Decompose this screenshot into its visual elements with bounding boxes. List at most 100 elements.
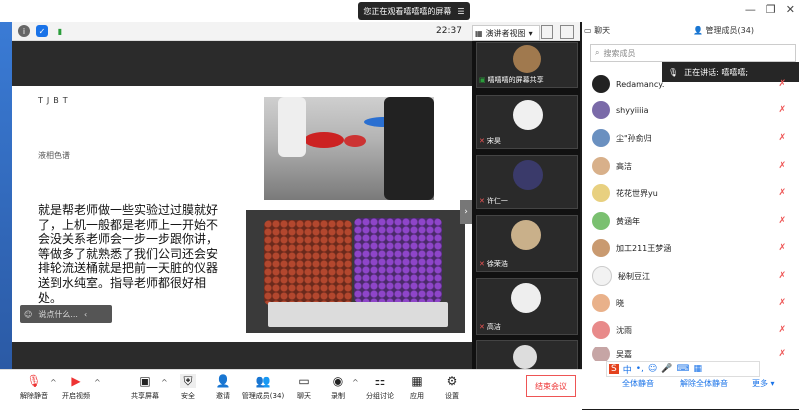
collapse-thumbnails-arrow[interactable]: ›: [460, 200, 472, 224]
ime-keyboard-icon[interactable]: ⌨: [677, 364, 690, 374]
member-row[interactable]: 吴嘉 ✗: [592, 347, 792, 361]
mic-muted-icon[interactable]: ✗: [778, 216, 786, 226]
more-button[interactable]: 更多 ▾: [752, 378, 775, 389]
info-icon[interactable]: i: [18, 25, 30, 37]
share-options-chevron-icon[interactable]: ^: [161, 378, 168, 387]
minimize-icon[interactable]: —: [745, 3, 756, 16]
settings-button[interactable]: ⚙ 设置: [432, 374, 472, 401]
viewing-banner-text: 您正在观看嘻嘻嘻的屏幕: [363, 6, 452, 16]
mic-muted-icon[interactable]: ✗: [778, 243, 786, 253]
avatar: [511, 283, 541, 313]
ime-toolbar[interactable]: S 中 •, ☺ 🎤 ⌨ ▦: [606, 361, 760, 377]
member-search-input[interactable]: ⌕ 搜索成员: [590, 44, 796, 62]
ime-emoji-icon[interactable]: ☺: [648, 364, 657, 374]
mic-muted-icon[interactable]: ✗: [778, 325, 786, 335]
record-options-chevron-icon[interactable]: ^: [352, 378, 359, 387]
mic-muted-icon: ✕: [479, 197, 485, 205]
list-icon[interactable]: ☰: [457, 7, 464, 16]
record-icon: ◉: [332, 374, 344, 388]
chat-icon: ▭: [584, 26, 592, 35]
thumbnail-participant[interactable]: ✕ 许仁一: [476, 155, 578, 209]
share-screen-button[interactable]: ▣ 共享屏幕: [125, 374, 165, 401]
gear-icon: ⚙: [446, 374, 458, 388]
chat-quick-input[interactable]: ☺ 说点什么... ‹: [20, 305, 112, 323]
thumbnail-screen-share[interactable]: ▣ 嘻嘻嘻的屏幕共享: [476, 42, 578, 88]
chevron-down-icon: ▾: [528, 28, 533, 38]
member-row[interactable]: Redamancy. ✗: [592, 74, 792, 94]
mic-muted-icon: 🎙: [26, 374, 42, 388]
signal-icon[interactable]: ▮: [54, 25, 66, 37]
avatar: [592, 129, 610, 147]
tab-chat[interactable]: ▭ 聊天: [584, 25, 610, 36]
slide-body-text: 就是帮老师做一些实验过过膜就好了，上机一般都是老师上一开始不会没关系老师会一步一…: [38, 203, 219, 305]
avatar: [592, 266, 612, 286]
users-icon: 👥: [255, 374, 271, 388]
avatar: [592, 184, 610, 202]
member-row[interactable]: 花花世界yu ✗: [592, 183, 792, 203]
share-screen-icon: ▣: [139, 374, 151, 388]
video-options-chevron-icon[interactable]: ^: [94, 378, 101, 387]
ime-voice-icon[interactable]: 🎤: [661, 364, 672, 374]
add-user-icon: 👤: [215, 374, 231, 388]
unmute-all-button[interactable]: 解除全体静音: [680, 378, 728, 389]
split-view-icon[interactable]: [560, 25, 574, 39]
mic-muted-icon[interactable]: ✗: [778, 271, 786, 281]
restore-icon[interactable]: ❐: [766, 3, 776, 16]
shield-icon[interactable]: ✓: [36, 25, 48, 37]
mic-muted-icon[interactable]: ✗: [778, 188, 786, 198]
mic-muted-icon[interactable]: ✗: [778, 298, 786, 308]
lab-photo-vials: [246, 210, 465, 333]
mic-muted-icon[interactable]: ✗: [778, 161, 786, 171]
desktop-background: [0, 22, 12, 369]
unmute-button[interactable]: 🎙 解除静音: [14, 374, 54, 401]
member-row[interactable]: 晓 ✗: [592, 293, 792, 313]
breakout-icon: ⚏: [374, 374, 386, 388]
mic-muted-icon: ✕: [479, 323, 485, 331]
avatar: [592, 212, 610, 230]
ime-punct-icon[interactable]: •,: [636, 364, 644, 374]
chevron-left-icon[interactable]: ‹: [84, 310, 87, 319]
manage-members-button[interactable]: 👥 管理成员(34): [238, 374, 288, 401]
tab-members[interactable]: 👤 管理成员(34): [693, 25, 754, 36]
member-row[interactable]: 加工211王梦涵 ✗: [592, 238, 792, 258]
member-row[interactable]: 秘制豆江 ✗: [592, 266, 792, 286]
security-button[interactable]: ⛨ 安全: [168, 374, 208, 401]
viewing-banner: 您正在观看嘻嘻嘻的屏幕 ☰: [358, 2, 470, 20]
grid-icon: ▦: [475, 28, 483, 38]
ime-chinese-icon[interactable]: 中: [623, 363, 632, 376]
apps-button[interactable]: ▦ 应用: [397, 374, 437, 401]
member-row[interactable]: 黄涵年 ✗: [592, 211, 792, 231]
breakout-button[interactable]: ⚏ 分组讨论: [360, 374, 400, 401]
thumbnail-participant[interactable]: ✕ 徐荣浩: [476, 215, 578, 272]
member-row[interactable]: 尘"孙俞归 ✗: [592, 128, 792, 148]
mic-muted-icon[interactable]: ✗: [778, 349, 786, 359]
avatar: [513, 345, 537, 369]
view-mode-select[interactable]: ▦ 演讲者视图 ▾: [472, 25, 540, 41]
chat-quick-input-placeholder: 说点什么...: [38, 309, 78, 319]
mute-all-button[interactable]: 全体静音: [622, 378, 654, 389]
emoji-icon[interactable]: ☺: [24, 310, 32, 319]
close-icon[interactable]: ✕: [786, 3, 795, 16]
thumbnail-participant[interactable]: [476, 340, 578, 370]
fullscreen-icon[interactable]: [541, 25, 553, 39]
window-controls: — ❐ ✕: [745, 3, 795, 16]
mic-muted-icon[interactable]: ✗: [778, 79, 786, 89]
thumbnail-participant[interactable]: ✕ 宋昊: [476, 95, 578, 149]
invite-button[interactable]: 👤 邀请: [203, 374, 243, 401]
member-row[interactable]: 高洁 ✗: [592, 156, 792, 176]
search-icon: ⌕: [595, 48, 600, 57]
avatar: [592, 347, 610, 361]
mic-muted-icon[interactable]: ✗: [778, 133, 786, 143]
mic-muted-icon[interactable]: ✗: [778, 105, 786, 115]
end-meeting-button[interactable]: 结束会议: [526, 375, 576, 397]
member-row[interactable]: shyyiiiia ✗: [592, 100, 792, 120]
start-video-button[interactable]: ▶ 开启视频: [56, 374, 96, 401]
member-row[interactable]: 沈雨 ✗: [592, 320, 792, 340]
avatar: [513, 45, 541, 73]
thumbnail-participant[interactable]: ✕ 高洁: [476, 278, 578, 335]
avatar: [592, 321, 610, 339]
avatar: [513, 160, 543, 190]
shield-icon: ⛨: [180, 374, 196, 388]
thumbnail-label: ▣ 嘻嘻嘻的屏幕共享: [479, 76, 544, 84]
ime-tools-icon[interactable]: ▦: [694, 364, 703, 374]
